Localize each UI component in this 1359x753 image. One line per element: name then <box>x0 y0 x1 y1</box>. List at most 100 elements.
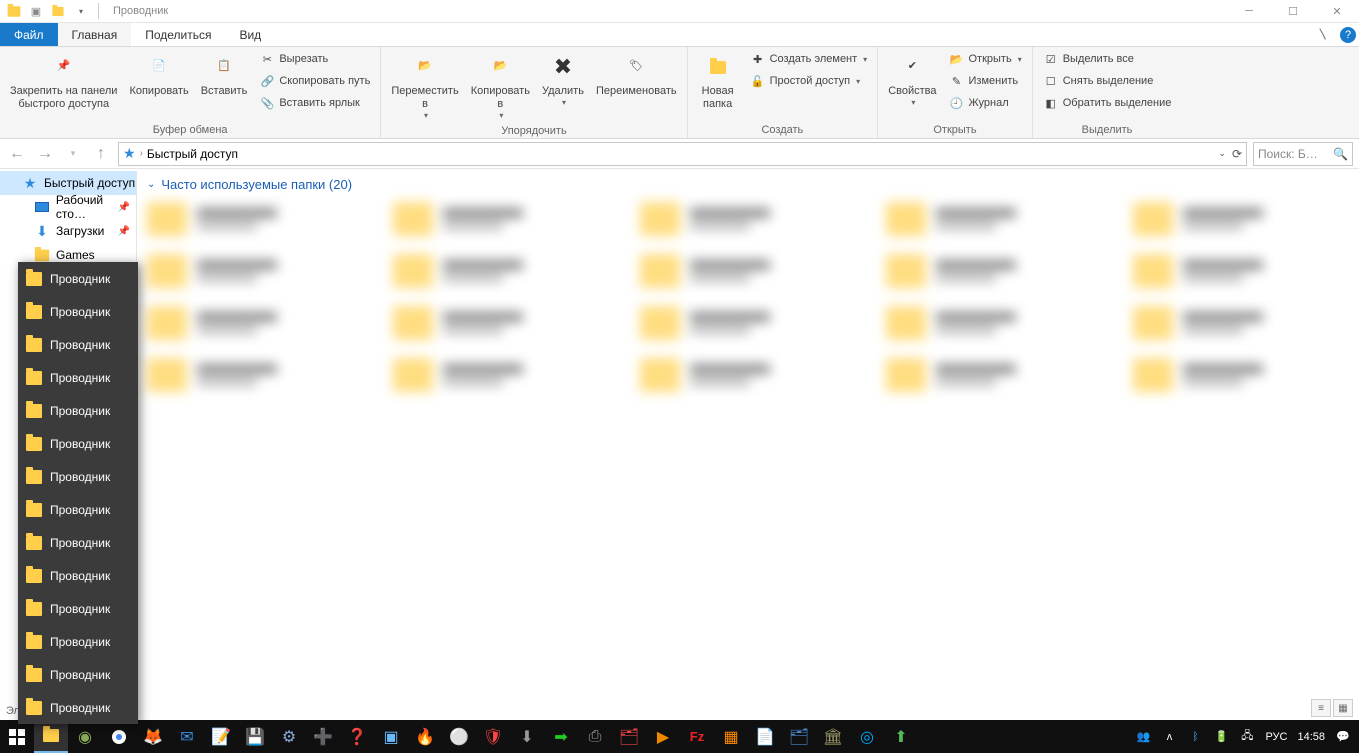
folder-item[interactable] <box>147 254 363 288</box>
taskbar-app-5[interactable]: 🛡 <box>476 720 510 753</box>
select-all-button[interactable]: ☑Выделить все <box>1039 49 1176 69</box>
ribbon-collapse-button[interactable]: 〵 <box>1309 23 1337 46</box>
tray-network-icon[interactable]: 🖧 <box>1239 729 1255 745</box>
jumplist-item[interactable]: Проводник <box>18 394 138 427</box>
address-dropdown-button[interactable]: ⌄ <box>1218 148 1226 159</box>
jumplist-item[interactable]: Проводник <box>18 427 138 460</box>
taskbar-save-button[interactable]: 💾 <box>238 720 272 753</box>
tray-people-icon[interactable]: 👥 <box>1135 729 1151 745</box>
qat-properties-icon[interactable]: ▣ <box>28 3 44 19</box>
taskbar-steam-button[interactable]: ⚪ <box>442 720 476 753</box>
help-button[interactable]: ? <box>1337 23 1359 46</box>
folder-item[interactable] <box>886 254 1102 288</box>
refresh-button[interactable]: ⟳ <box>1232 147 1242 161</box>
jumplist-item[interactable]: Проводник <box>18 295 138 328</box>
folder-item[interactable] <box>1133 306 1349 340</box>
jumplist-item[interactable]: Проводник <box>18 559 138 592</box>
close-button[interactable]: ✕ <box>1315 5 1359 18</box>
folder-item[interactable] <box>886 358 1102 392</box>
folder-item[interactable] <box>886 202 1102 236</box>
move-to-button[interactable]: 📂Переместить в <box>387 49 462 123</box>
start-button[interactable] <box>0 720 34 753</box>
group-header-frequent-folders[interactable]: ⌄ Часто используемые папки (20) <box>147 177 1349 192</box>
copy-to-button[interactable]: 📂Копировать в <box>467 49 534 123</box>
view-details-button[interactable]: ≡ <box>1311 699 1331 717</box>
folder-item[interactable] <box>147 202 363 236</box>
taskbar-app-10[interactable]: ▶ <box>646 720 680 753</box>
maximize-button[interactable]: ☐ <box>1271 5 1315 18</box>
folder-item[interactable] <box>640 202 856 236</box>
taskbar-app-6[interactable]: ⬇ <box>510 720 544 753</box>
address-bar[interactable]: ★ › Быстрый доступ ⌄ ⟳ <box>118 142 1247 166</box>
jumplist-item[interactable]: Проводник <box>18 328 138 361</box>
pin-quickaccess-button[interactable]: 📌 Закрепить на панели быстрого доступа <box>6 49 121 113</box>
jumplist-item[interactable]: Проводник <box>18 592 138 625</box>
taskbar-app-11[interactable]: ▦ <box>714 720 748 753</box>
taskbar-app-4[interactable]: 🔥 <box>408 720 442 753</box>
jumplist-item[interactable]: Проводник <box>18 625 138 658</box>
sidebar-item-desktop[interactable]: Рабочий сто… 📌 <box>0 195 136 219</box>
jumplist-item[interactable]: Проводник <box>18 460 138 493</box>
folder-item[interactable] <box>886 306 1102 340</box>
new-item-button[interactable]: ✚Создать элемент <box>746 49 872 69</box>
folder-item[interactable] <box>147 306 363 340</box>
folder-item[interactable] <box>393 254 609 288</box>
taskbar-app-14[interactable]: 🏛 <box>816 720 850 753</box>
breadcrumb-quick-access[interactable]: Быстрый доступ <box>147 147 238 161</box>
taskbar-help-button[interactable]: ❓ <box>340 720 374 753</box>
taskbar-app-13[interactable]: 🗂 <box>782 720 816 753</box>
folder-item[interactable] <box>393 202 609 236</box>
rename-button[interactable]: 🏷Переименовать <box>592 49 681 100</box>
tab-file[interactable]: Файл <box>0 23 58 46</box>
tab-view[interactable]: Вид <box>225 23 275 46</box>
folder-item[interactable] <box>1133 202 1349 236</box>
taskbar-add-button[interactable]: ➕ <box>306 720 340 753</box>
copy-path-button[interactable]: 🔗Скопировать путь <box>255 71 374 91</box>
delete-button[interactable]: ✖Удалить <box>538 49 588 110</box>
tray-clock[interactable]: 14:58 <box>1297 731 1325 743</box>
recent-locations-button[interactable]: ▾ <box>62 143 84 165</box>
copy-button[interactable]: 📄 Копировать <box>125 49 192 100</box>
cut-button[interactable]: ✂Вырезать <box>255 49 374 69</box>
taskbar-app-8[interactable]: ⎙ <box>578 720 612 753</box>
easy-access-button[interactable]: 🔓Простой доступ <box>746 71 872 91</box>
tray-overflow-button[interactable]: ʌ <box>1161 729 1177 745</box>
taskbar-thunderbird-button[interactable]: ✉ <box>170 720 204 753</box>
view-largeicons-button[interactable]: ▦ <box>1333 699 1353 717</box>
jumplist-item[interactable]: Проводник <box>18 691 138 724</box>
taskbar-explorer-button[interactable] <box>34 720 68 753</box>
tray-action-center-button[interactable]: 💬 <box>1335 729 1351 745</box>
jumplist-item[interactable]: Проводник <box>18 361 138 394</box>
jumplist-item[interactable]: Проводник <box>18 526 138 559</box>
taskbar-app-7[interactable]: ➡ <box>544 720 578 753</box>
open-button[interactable]: 📂Открыть <box>945 49 1026 69</box>
taskbar-chrome-button[interactable] <box>102 720 136 753</box>
taskbar-app-3[interactable]: ▣ <box>374 720 408 753</box>
new-folder-button[interactable]: Новая папка <box>694 49 742 113</box>
taskbar-app-2[interactable]: ⚙ <box>272 720 306 753</box>
sidebar-item-downloads[interactable]: ⬇ Загрузки 📌 <box>0 219 136 243</box>
forward-button[interactable]: → <box>34 143 56 165</box>
tray-battery-icon[interactable]: 🔋 <box>1213 729 1229 745</box>
taskbar-filezilla-button[interactable]: Fz <box>680 720 714 753</box>
sidebar-item-quick-access[interactable]: ★ Быстрый доступ <box>0 171 136 195</box>
jumplist-item[interactable]: Проводник <box>18 658 138 691</box>
select-none-button[interactable]: ☐Снять выделение <box>1039 71 1176 91</box>
paste-shortcut-button[interactable]: 📎Вставить ярлык <box>255 93 374 113</box>
jumplist-item[interactable]: Проводник <box>18 262 138 295</box>
folder-item[interactable] <box>640 358 856 392</box>
tab-share[interactable]: Поделиться <box>131 23 225 46</box>
taskbar-app-9[interactable]: 🗂 <box>612 720 646 753</box>
tray-language[interactable]: РУС <box>1265 731 1287 743</box>
qat-customize-dropdown[interactable] <box>72 3 88 19</box>
properties-button[interactable]: ✔Свойства <box>884 49 940 110</box>
up-button[interactable]: ↑ <box>90 143 112 165</box>
back-button[interactable]: ← <box>6 143 28 165</box>
taskbar-firefox-button[interactable]: 🦊 <box>136 720 170 753</box>
folder-item[interactable] <box>147 358 363 392</box>
folder-item[interactable] <box>1133 254 1349 288</box>
edit-button[interactable]: ✎Изменить <box>945 71 1026 91</box>
taskbar-app-15[interactable]: ◎ <box>850 720 884 753</box>
tab-home[interactable]: Главная <box>58 23 132 46</box>
taskbar-app-16[interactable]: ⬆ <box>884 720 918 753</box>
